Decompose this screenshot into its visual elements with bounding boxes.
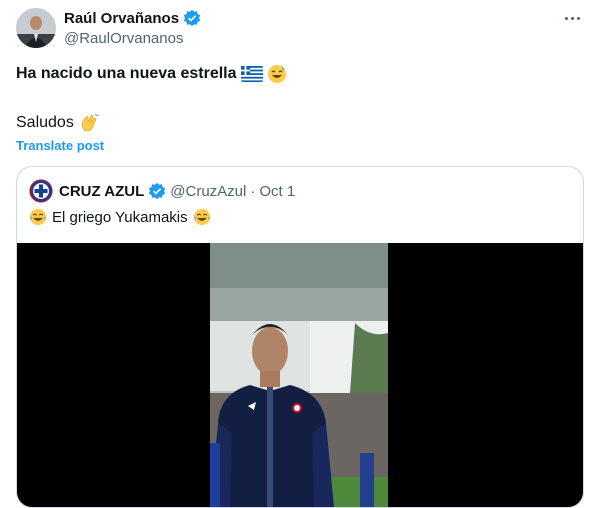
- author-name[interactable]: Raúl Orvañanos: [64, 9, 201, 27]
- cruz-azul-crest-icon: [29, 179, 53, 203]
- tweet-text: Ha nacido una nueva estrella: [16, 65, 237, 82]
- verified-badge-icon: [149, 182, 166, 200]
- video-frame: [210, 243, 388, 507]
- sweat-smile-emoji-icon: [267, 65, 286, 83]
- quoted-author-name[interactable]: CRUZ AZUL: [59, 183, 144, 200]
- tweet-text-line1: Ha nacido una nueva estrella: [16, 64, 287, 84]
- greece-flag-icon: [240, 66, 263, 82]
- author-handle[interactable]: @RaulOrvananos: [64, 30, 183, 47]
- quoted-tweet-card[interactable]: CRUZ AZUL @CruzAzul · Oct 1 El griego Yu…: [16, 166, 584, 508]
- quoted-text-row: El griego Yukamakis: [29, 208, 211, 226]
- tweet-text-greeting: Saludos: [16, 114, 74, 131]
- tweet-text-line2: Saludos: [16, 113, 99, 133]
- joy-emoji-icon: [193, 208, 210, 226]
- quoted-separator: ·: [250, 182, 256, 200]
- verified-badge-icon: [183, 9, 201, 27]
- joy-emoji-icon: [29, 208, 47, 226]
- video-player[interactable]: [17, 243, 583, 507]
- author-avatar[interactable]: [16, 8, 56, 48]
- author-name-label: Raúl Orvañanos: [64, 9, 180, 27]
- quoted-text: El griego Yukamakis: [52, 208, 188, 226]
- waving-hands-emoji-icon: [81, 113, 99, 132]
- translate-post-link[interactable]: Translate post: [16, 138, 104, 153]
- quoted-author-handle[interactable]: @CruzAzul: [170, 183, 246, 200]
- more-options-icon[interactable]: [558, 8, 586, 28]
- quoted-header: CRUZ AZUL @CruzAzul · Oct 1: [59, 182, 295, 200]
- quoted-date[interactable]: Oct 1: [259, 183, 295, 200]
